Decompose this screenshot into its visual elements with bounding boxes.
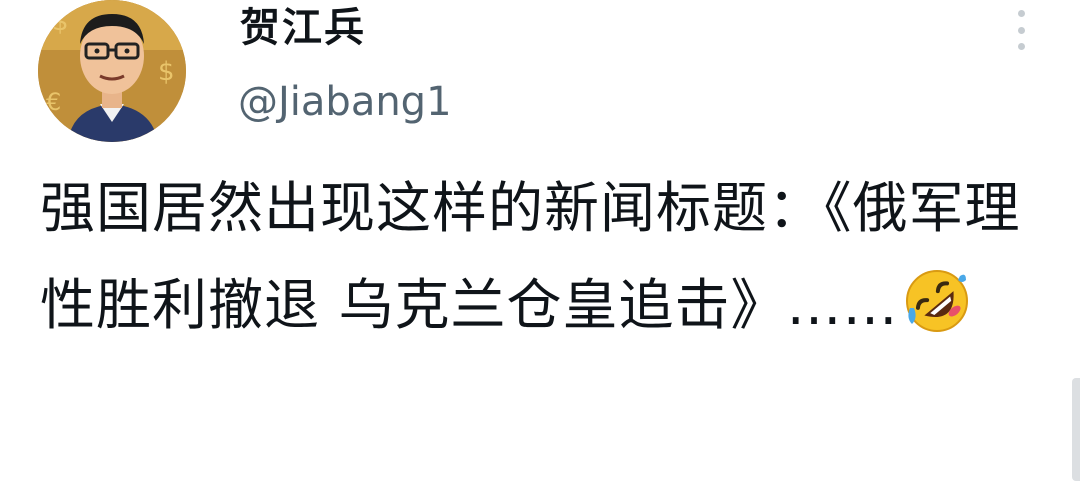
scrollbar[interactable] [1072,378,1080,481]
more-dot [1017,26,1025,34]
user-handle[interactable]: @Jiabang1 [238,78,452,126]
more-dot [1017,43,1025,50]
svg-text:€: € [46,88,61,116]
svg-text:$: $ [158,57,175,87]
more-options-icon[interactable] [1006,10,1036,50]
tweet-body: 强国居然出现这样的新闻标题：《俄军理性胜利撤退 乌克兰仓皇追击》…… [40,176,1021,337]
tweet-text: 强国居然出现这样的新闻标题：《俄军理性胜利撤退 乌克兰仓皇追击》…… [40,160,1050,354]
more-dot [1017,10,1025,17]
display-name[interactable]: 贺江兵 [240,4,366,52]
svg-text:$: $ [52,7,69,37]
avatar[interactable]: $ $ € [38,0,186,142]
rolling-on-floor-laughing-icon [904,267,970,333]
